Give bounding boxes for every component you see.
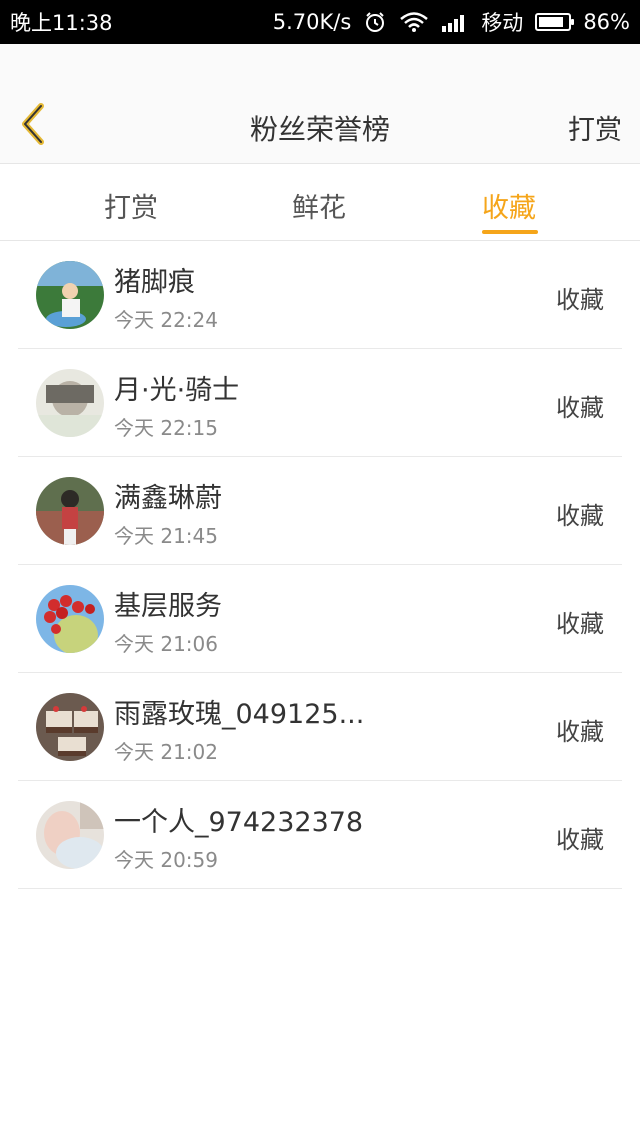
list-item[interactable]: 月·光·骑士 今天 22:15 收藏 bbox=[18, 349, 622, 457]
carrier-label: 移动 bbox=[481, 11, 524, 35]
list-item[interactable]: 基层服务 今天 21:06 收藏 bbox=[18, 565, 622, 673]
fans-list: 猪脚痕 今天 22:24 收藏 月·光·骑士 今天 22:15 收藏 满鑫琳蔚 … bbox=[18, 241, 622, 889]
active-tab-indicator bbox=[482, 230, 538, 234]
tab-bar: 打赏 鲜花 收藏 bbox=[0, 164, 640, 241]
avatar[interactable] bbox=[36, 801, 104, 869]
avatar[interactable] bbox=[36, 369, 104, 437]
fan-name: 月·光·骑士 bbox=[114, 375, 240, 406]
favorite-label: 收藏 bbox=[556, 826, 604, 854]
list-item[interactable]: 一个人_974232378 今天 20:59 收藏 bbox=[18, 781, 622, 889]
battery-icon bbox=[535, 13, 575, 31]
fan-time: 今天 22:24 bbox=[114, 308, 218, 332]
alarm-icon bbox=[363, 10, 387, 34]
status-time: 晚上11:38 bbox=[10, 11, 113, 35]
fan-time: 今天 21:02 bbox=[114, 740, 218, 764]
avatar[interactable] bbox=[36, 477, 104, 545]
fan-name: 基层服务 bbox=[114, 591, 222, 622]
battery-percent: 86% bbox=[583, 10, 630, 34]
list-item[interactable]: 满鑫琳蔚 今天 21:45 收藏 bbox=[18, 457, 622, 565]
favorite-label: 收藏 bbox=[556, 394, 604, 422]
status-bar: 晚上11:38 5.70K/s 移动 86% bbox=[0, 0, 640, 44]
fan-name: 猪脚痕 bbox=[114, 267, 195, 298]
avatar[interactable] bbox=[36, 261, 104, 329]
avatar[interactable] bbox=[36, 693, 104, 761]
fan-name: 满鑫琳蔚 bbox=[114, 483, 222, 514]
favorite-label: 收藏 bbox=[556, 502, 604, 530]
wifi-icon bbox=[399, 11, 429, 33]
tab-reward[interactable]: 打赏 bbox=[104, 186, 158, 225]
network-speed: 5.70K/s bbox=[272, 10, 352, 34]
fan-time: 今天 20:59 bbox=[114, 848, 218, 872]
favorite-label: 收藏 bbox=[556, 286, 604, 314]
reward-button[interactable]: 打赏 bbox=[568, 108, 622, 147]
fan-name: 一个人_974232378 bbox=[114, 807, 364, 838]
favorite-label: 收藏 bbox=[556, 610, 604, 638]
list-item[interactable]: 雨露玫瑰_049125... 今天 21:02 收藏 bbox=[18, 673, 622, 781]
avatar[interactable] bbox=[36, 585, 104, 653]
fan-time: 今天 21:45 bbox=[114, 524, 218, 548]
fan-name: 雨露玫瑰_049125... bbox=[114, 699, 365, 730]
signal-icon bbox=[441, 12, 469, 32]
tab-favorites[interactable]: 收藏 bbox=[482, 186, 536, 225]
fan-time: 今天 21:06 bbox=[114, 632, 218, 656]
top-app-bar: 粉丝荣誉榜 打赏 bbox=[0, 44, 640, 164]
list-item[interactable]: 猪脚痕 今天 22:24 收藏 bbox=[18, 241, 622, 349]
favorite-label: 收藏 bbox=[556, 718, 604, 746]
fan-time: 今天 22:15 bbox=[114, 416, 218, 440]
tab-flowers[interactable]: 鲜花 bbox=[292, 186, 346, 225]
page-title: 粉丝荣誉榜 bbox=[249, 113, 390, 146]
status-right: 5.70K/s 移动 86% bbox=[273, 7, 630, 37]
